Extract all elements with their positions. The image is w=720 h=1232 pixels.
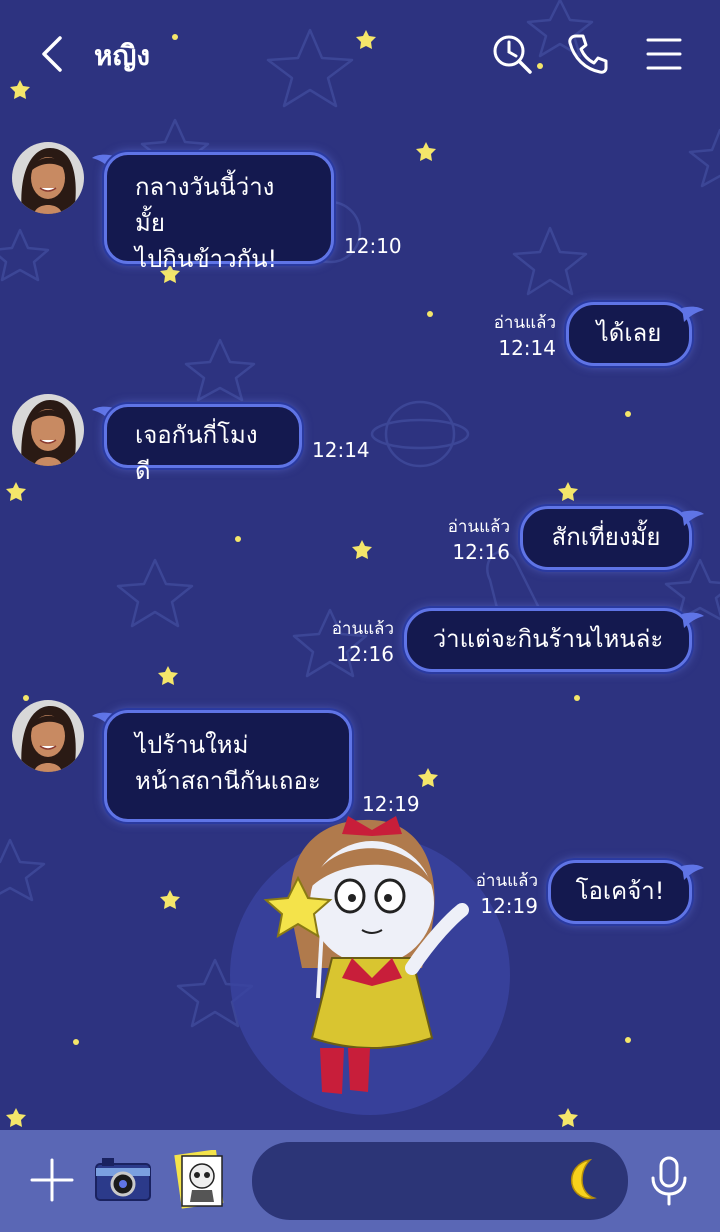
- message-text: กลางวันนี้ว่างมั้ย: [135, 173, 275, 237]
- message-text: ว่าแต่จะกินร้านไหนล่ะ: [432, 625, 664, 653]
- plus-icon[interactable]: [26, 1154, 78, 1206]
- contact-avatar-image: [12, 394, 84, 466]
- message-text: ไปร้านใหม่: [135, 731, 249, 759]
- message-text: หน้าสถานีกันเถอะ: [135, 767, 321, 795]
- microphone-icon[interactable]: [644, 1154, 694, 1208]
- read-receipt: อ่านแล้ว: [475, 871, 538, 891]
- avatar[interactable]: [12, 394, 84, 466]
- message-meta: อ่านแล้ว 12:16: [308, 618, 394, 668]
- message-time: 12:16: [452, 540, 510, 564]
- read-receipt: อ่านแล้ว: [447, 517, 510, 537]
- message-meta: อ่านแล้ว 12:16: [424, 516, 510, 566]
- camera-icon[interactable]: [94, 1154, 152, 1204]
- sticker-icon[interactable]: [172, 1150, 226, 1210]
- message-meta: อ่านแล้ว 12:19: [452, 870, 538, 920]
- message-bubble[interactable]: โอเคจ้า!: [548, 860, 692, 924]
- message-time: 12:14: [498, 336, 556, 360]
- message-bubble[interactable]: ได้เลย: [566, 302, 692, 366]
- phone-icon[interactable]: [566, 32, 610, 76]
- search-history-icon[interactable]: [490, 32, 534, 76]
- girl-character-illustration: [263, 816, 469, 1094]
- bubble-tail: [682, 510, 704, 526]
- avatar[interactable]: [12, 142, 84, 214]
- message-bubble[interactable]: เจอกันกี่โมงดี: [104, 404, 302, 485]
- contact-avatar-image: [12, 142, 84, 214]
- contact-avatar-image: [12, 700, 84, 772]
- message-text: ไปกินข้าวกัน!: [135, 245, 278, 273]
- chat-title: หญิง: [94, 39, 150, 72]
- menu-icon[interactable]: [642, 32, 686, 76]
- message-text: เจอกันกี่โมงดี: [135, 421, 258, 485]
- message-text: โอเคจ้า!: [575, 877, 665, 905]
- moon-icon[interactable]: [560, 1156, 606, 1202]
- message-text: ได้เลย: [596, 319, 662, 347]
- message-time: 12:10: [344, 234, 402, 258]
- avatar[interactable]: [12, 700, 84, 772]
- bubble-tail: [682, 306, 704, 322]
- message-bubble[interactable]: ว่าแต่จะกินร้านไหนล่ะ: [404, 608, 692, 672]
- message-bubble[interactable]: ไปร้านใหม่ หน้าสถานีกันเถอะ: [104, 710, 352, 822]
- bubble-tail: [682, 864, 704, 880]
- read-receipt: อ่านแล้ว: [331, 619, 394, 639]
- bubble-tail: [682, 612, 704, 628]
- message-time: 12:14: [312, 438, 370, 462]
- message-text: สักเที่ยงมั้ย: [551, 523, 661, 551]
- chat-header: หญิง: [0, 0, 720, 105]
- message-time: 12:19: [480, 894, 538, 918]
- input-toolbar: [0, 1130, 720, 1232]
- message-time: 12:16: [336, 642, 394, 666]
- read-receipt: อ่านแล้ว: [493, 313, 556, 333]
- message-meta: อ่านแล้ว 12:14: [470, 312, 556, 362]
- back-icon[interactable]: [34, 32, 74, 76]
- message-bubble[interactable]: กลางวันนี้ว่างมั้ย ไปกินข้าวกัน!: [104, 152, 334, 273]
- message-bubble[interactable]: สักเที่ยงมั้ย: [520, 506, 692, 570]
